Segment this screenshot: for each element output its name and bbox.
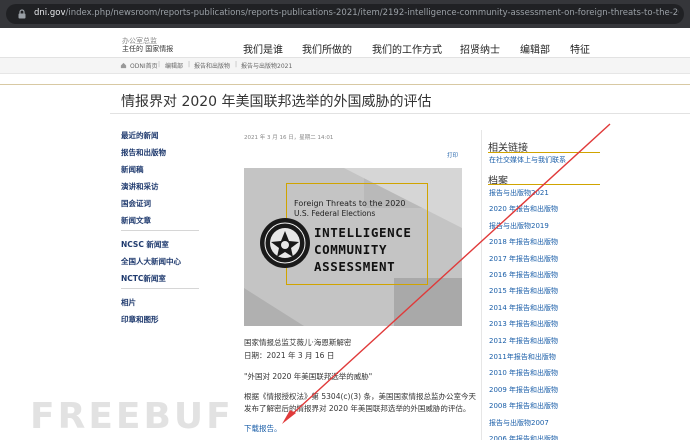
url-text[interactable]: dni.gov/index.php/newsroom/reports-publi…	[34, 8, 679, 18]
archive-link[interactable]: 2010 年报告和出版物	[489, 368, 558, 378]
crumb-odni-home[interactable]: ODNI首页	[130, 61, 158, 70]
archive-heading-rule	[488, 184, 600, 185]
archive-link[interactable]: 2006 年报告和出版物	[489, 434, 558, 440]
related-link-social[interactable]: 在社交媒体上与我们联系	[489, 155, 566, 165]
nav-newsroom[interactable]: 编辑部	[520, 41, 550, 56]
archive-link[interactable]: 2018 年报告和出版物	[489, 237, 558, 247]
logo-line-2: 主任的 国家情报	[122, 45, 174, 53]
cover-bold-3: ASSESSMENT	[314, 259, 396, 274]
freebuf-watermark: FREEBUF	[30, 396, 234, 437]
crumb-separator: |	[158, 61, 161, 68]
url-path: /index.php/newsroom/reports-publications…	[65, 8, 679, 18]
report-cover-image: Foreign Threats to the 2020 U.S. Federal…	[244, 168, 462, 326]
article-body-line-1: 根据《情报授权法》第 5304(c)(3) 条，美国国家情报总监办公室今天	[244, 392, 476, 401]
sidebar-photos[interactable]: 相片	[121, 297, 136, 308]
article-date-meta: 2021 年 3 月 16 日，星期二 14:01	[244, 135, 334, 141]
archive-link[interactable]: 报告与出版物2019	[489, 221, 549, 231]
site-logo[interactable]: 办公室总监 主任的 国家情报	[122, 37, 173, 53]
download-report-link[interactable]: 下载报告。	[244, 423, 282, 434]
browser-url-bar[interactable]: dni.gov/index.php/newsroom/reports-publi…	[0, 0, 690, 28]
breadcrumb: ODNI首页 | 编辑部 | 报告和出版物 | 报告与出版物2021	[0, 58, 690, 74]
site-header: 办公室总监 主任的 国家情报 我们是谁 我们所做的 我们的工作方式 招贤纳士 编…	[0, 28, 690, 58]
archive-link[interactable]: 2011年报告和出版物	[489, 352, 556, 362]
crumb-separator: |	[188, 61, 191, 68]
cover-bold-2: COMMUNITY	[314, 242, 388, 257]
article-date: 日期：2021 年 3 月 16 日	[244, 351, 335, 360]
title-divider	[0, 84, 690, 85]
archive-link[interactable]: 2016 年报告和出版物	[489, 270, 558, 280]
archive-link[interactable]: 2020 年报告和出版物	[489, 204, 558, 214]
crumb-reports-2021[interactable]: 报告与出版物2021	[241, 61, 292, 70]
sidebar-npc-newsroom[interactable]: 全国人大新闻中心	[121, 256, 181, 267]
right-column-divider	[481, 130, 482, 440]
odni-seal-icon	[260, 218, 310, 268]
page-title: 情报界对 2020 年美国联邦选举的外国威胁的评估	[121, 94, 432, 110]
crumb-newsroom[interactable]: 编辑部	[165, 61, 183, 70]
nav-careers[interactable]: 招贤纳士	[460, 41, 500, 56]
article-quote-title: "外国对 2020 年美国联邦选举的威胁"	[244, 372, 373, 381]
title-underline	[110, 113, 690, 114]
sidebar-speeches[interactable]: 演讲和采访	[121, 181, 159, 192]
crumb-reports[interactable]: 报告和出版物	[194, 61, 230, 70]
archive-link[interactable]: 2008 年报告和出版物	[489, 401, 558, 411]
print-link[interactable]: 打印	[447, 151, 458, 159]
sidebar-divider	[121, 230, 199, 231]
sidebar-news-articles[interactable]: 新闻文章	[121, 215, 151, 226]
home-icon	[120, 62, 127, 69]
archive-link[interactable]: 2013 年报告和出版物	[489, 319, 558, 329]
sidebar-divider	[121, 288, 199, 289]
logo-line-1: 办公室总监	[122, 37, 157, 45]
article-byline: 国家情报总监艾薇儿·海恩斯解密	[244, 338, 352, 347]
archive-link[interactable]: 2017 年报告和出版物	[489, 254, 558, 264]
archive-link[interactable]: 2015 年报告和出版物	[489, 286, 558, 296]
cover-subtitle-1: Foreign Threats to the 2020	[294, 199, 406, 208]
sidebar-seals[interactable]: 印章和图形	[121, 314, 159, 325]
article-body-line-2: 发布了解密后的情报界对 2020 年美国联邦选举的外国威胁的评估。	[244, 404, 471, 413]
sidebar-nctc-newsroom[interactable]: NCTC新闻室	[121, 273, 166, 284]
sidebar-testimony[interactable]: 国会证词	[121, 198, 151, 209]
sidebar-reports[interactable]: 报告和出版物	[121, 147, 166, 158]
archive-link[interactable]: 2009 年报告和出版物	[489, 385, 558, 395]
sidebar-recent-news[interactable]: 最近的新闻	[121, 130, 159, 141]
archive-link[interactable]: 报告与出版物2021	[489, 188, 549, 198]
cover-bold-1: INTELLIGENCE	[314, 225, 412, 240]
archive-link[interactable]: 2014 年报告和出版物	[489, 303, 558, 313]
sidebar-press-releases[interactable]: 新闻稿	[121, 164, 144, 175]
nav-what-we-do[interactable]: 我们所做的	[302, 41, 352, 56]
nav-features[interactable]: 特征	[570, 41, 590, 56]
related-heading-rule	[488, 152, 600, 153]
crumb-separator: |	[235, 61, 238, 68]
nav-who-we-are[interactable]: 我们是谁	[243, 41, 283, 56]
sidebar-ncsc-newsroom[interactable]: NCSC 新闻室	[121, 239, 169, 250]
lock-icon	[18, 9, 26, 19]
archive-link[interactable]: 2012 年报告和出版物	[489, 336, 558, 346]
archive-link[interactable]: 报告与出版物2007	[489, 418, 549, 428]
nav-how-we-work[interactable]: 我们的工作方式	[372, 41, 442, 56]
url-host: dni.gov	[34, 8, 66, 18]
